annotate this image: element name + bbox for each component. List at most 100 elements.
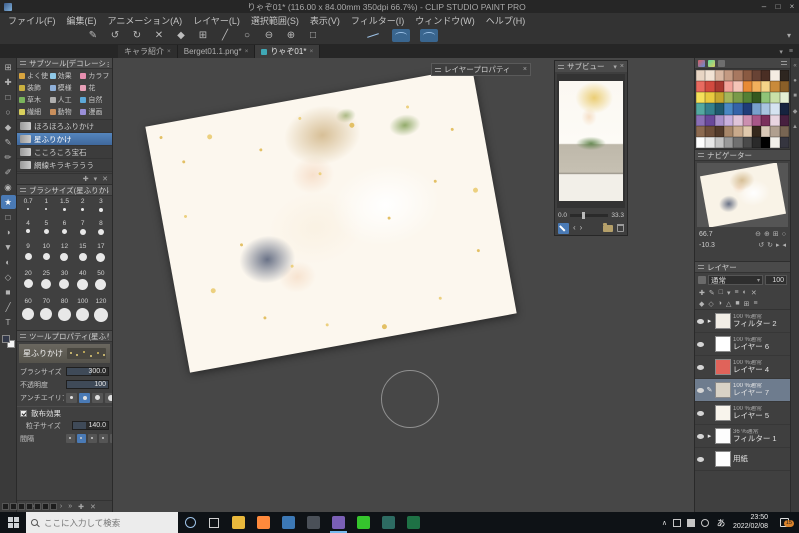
fill[interactable]: ◆ [174,29,188,43]
color-swatch[interactable] [705,70,715,82]
new-folder[interactable]: □ [719,289,723,296]
media-app[interactable] [301,512,326,533]
color-swatch[interactable] [779,136,789,148]
color-swatch[interactable] [733,125,743,137]
color-swatch[interactable] [770,103,780,115]
subtool-category[interactable]: 動物 [49,106,80,117]
brush-size-option[interactable]: 120 [92,298,110,330]
rotate-right[interactable]: ↻ [767,242,773,249]
menu-item[interactable]: 選択範囲(S) [251,14,299,27]
color-swatch[interactable] [761,136,771,148]
brush-size-option[interactable]: 7 [74,220,92,244]
color-swatch[interactable] [751,92,762,104]
color-swatch[interactable] [770,114,780,126]
color-swatch[interactable] [696,114,706,126]
spacing-option[interactable] [77,434,86,443]
spacing-option[interactable] [66,434,75,443]
redo[interactable]: ↻ [130,29,144,43]
figure-tool[interactable]: ◇ [1,270,16,284]
menu-item[interactable]: ヘルプ(H) [486,14,526,27]
pencil-tool[interactable]: ✏ [1,150,16,164]
minimized-palette-chip[interactable] [26,503,33,510]
toolbar-overflow-caret[interactable]: ▾ [787,31,791,40]
auto-select-tool[interactable]: ○ [1,105,16,119]
curve-tool-button[interactable] [392,29,410,42]
cortana-button[interactable] [178,512,202,533]
delete-setting[interactable]: ✕ [90,503,96,511]
color-swatch[interactable] [770,92,780,104]
selection-tool[interactable]: □ [1,90,16,104]
parameter-slider[interactable]: 100 [66,380,109,389]
color-swatch[interactable] [696,81,706,93]
folder-chevron-icon[interactable]: ▸ [708,318,712,325]
visibility-eye-icon[interactable] [697,433,704,439]
material-tab[interactable]: ■ [793,93,797,99]
subtool-options[interactable]: ▾ [94,175,98,183]
new-vector-layer[interactable]: ✎ [709,289,715,297]
scatter-effect-checkbox[interactable] [20,409,27,417]
zoom-in[interactable]: ⊕ [284,29,298,43]
subtool-category[interactable]: 繊細 [19,106,49,117]
color-swatch[interactable] [705,92,715,104]
brush-size-option[interactable]: 100 [74,298,92,330]
color-swatch[interactable] [742,70,752,82]
scatter-effect-row[interactable]: 散布効果 [17,406,112,419]
color-swatch[interactable] [770,125,780,137]
antialias-none-button[interactable] [66,392,77,403]
frame-border-tool[interactable]: ■ [1,285,16,299]
brush-size-option[interactable]: 5 [37,220,55,244]
brush-size-option[interactable]: 3 [92,198,110,220]
two-pane-view[interactable]: ⊞ [744,300,750,308]
snap-ruler[interactable]: ╱ [218,29,232,43]
brush-size-option[interactable]: 80 [55,298,73,330]
menu-item[interactable]: ファイル(F) [8,14,56,27]
color-swatch[interactable] [733,92,743,104]
ime-indicator[interactable]: あ [715,517,727,529]
subtool-category[interactable]: 模様 [49,82,80,93]
color-swatch[interactable] [751,136,762,148]
color-swatch[interactable] [779,70,789,82]
minimized-palette-chip[interactable] [2,503,9,510]
layer-color[interactable]: ■ [735,300,739,307]
layer-row[interactable]: ▸✎ 用紙 [695,448,790,471]
color-swatch[interactable] [714,114,724,126]
antialias-strong-button[interactable] [105,392,112,403]
airbrush-tool[interactable]: ◉ [1,180,16,194]
brush-size-option[interactable]: 12 [55,243,73,270]
rotate-left[interactable]: ↺ [758,242,764,249]
close-icon[interactable]: × [620,63,624,71]
brush-size-option[interactable]: 10 [37,243,55,270]
actual-pixels[interactable]: ○ [782,231,786,238]
close-icon[interactable]: × [523,66,527,73]
fit-to-screen[interactable]: ⊞ [773,231,779,238]
action-center-button[interactable]: 15 [774,518,794,527]
tab-close-icon[interactable]: × [167,48,171,55]
color-swatch[interactable] [751,125,762,137]
visibility-eye-icon[interactable] [697,318,704,324]
color-swatch[interactable] [742,136,752,148]
color-swatch[interactable] [705,136,715,148]
tray-app-icon[interactable] [672,518,681,527]
tray-app-icon[interactable] [700,518,709,527]
polyline-tool-button[interactable] [420,29,438,42]
clear[interactable]: ✕ [152,29,166,43]
color-swatch[interactable] [742,81,752,93]
delete-layer[interactable]: ✕ [751,289,757,297]
search-input[interactable] [42,516,160,529]
brush-size-option[interactable]: 40 [74,270,92,299]
file-explorer[interactable] [226,512,251,533]
main-color-chip[interactable] [1,335,10,343]
line[interactable] [351,512,376,533]
minimized-palette-chip[interactable] [18,503,25,510]
clip-studio-paint[interactable] [326,512,351,533]
menu-item[interactable]: 編集(E) [67,14,97,27]
antialias-weak-button[interactable] [79,392,90,403]
color-swatch[interactable] [761,125,771,137]
snap-special-ruler[interactable]: ○ [240,29,254,43]
last-setting[interactable]: » [68,503,72,510]
chevron-down-icon[interactable]: ▾ [613,63,617,71]
transfer-to-lower[interactable]: ▾ [727,289,731,297]
brush-tool[interactable]: ✐ [1,165,16,179]
color-swatch[interactable] [705,103,715,115]
color-swatch[interactable] [696,103,706,115]
